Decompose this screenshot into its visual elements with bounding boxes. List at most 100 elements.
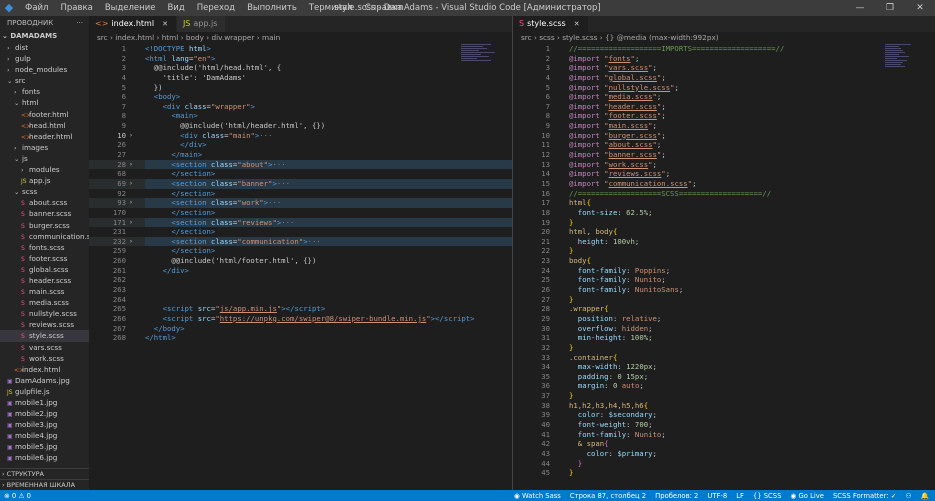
- code-line[interactable]: 41 font-family: Nunito;: [513, 430, 935, 440]
- tree-item[interactable]: ⌄ src: [0, 75, 89, 86]
- more-actions-icon[interactable]: ···: [76, 16, 83, 30]
- code-line[interactable]: 10 › <div class="main">···: [89, 131, 512, 141]
- code-line[interactable]: 27}: [513, 295, 935, 305]
- code-line[interactable]: 32}: [513, 343, 935, 353]
- status-item[interactable]: 🔔: [921, 492, 929, 500]
- chevron-right-icon[interactable]: ›: [129, 179, 137, 189]
- chevron-right-icon[interactable]: ›: [129, 131, 137, 141]
- code-line[interactable]: 26 </div>: [89, 140, 512, 150]
- code-line[interactable]: 44 }: [513, 459, 935, 469]
- code-line[interactable]: 35 padding: 0 15px;: [513, 372, 935, 382]
- tree-item[interactable]: Sstyle.scss: [0, 330, 89, 342]
- tree-item[interactable]: ⌄ scss: [0, 186, 89, 197]
- code-line[interactable]: 68 </section>: [89, 169, 512, 179]
- timeline-panel-header[interactable]: › ВРЕМЕННАЯ ШКАЛА: [0, 479, 89, 490]
- breadcrumb-item[interactable]: body: [186, 33, 204, 42]
- tree-item[interactable]: ▣ mobile4.jpg: [0, 430, 89, 441]
- tree-item[interactable]: ▣ mobile5.jpg: [0, 441, 89, 452]
- code-line[interactable]: 231 </section>: [89, 227, 512, 237]
- chevron-right-icon[interactable]: ›: [129, 160, 137, 170]
- code-line[interactable]: 266 <script src="https://unpkg.com/swipe…: [89, 314, 512, 324]
- menu-item[interactable]: Справка: [359, 0, 408, 16]
- tree-item[interactable]: Smain.scss: [0, 286, 89, 297]
- tab-app-js[interactable]: JS app.js: [176, 16, 227, 32]
- code-line[interactable]: 4 @import "global.scss";: [513, 73, 935, 83]
- tree-item[interactable]: Scommunication.scss: [0, 231, 89, 242]
- tree-item[interactable]: <>index.html: [0, 364, 89, 375]
- status-item[interactable]: SCSS Formatter: ✓: [833, 492, 896, 500]
- restore-icon[interactable]: ❐: [875, 0, 905, 16]
- status-item[interactable]: ◉ Go Live: [790, 492, 824, 500]
- code-line[interactable]: 21 height: 100vh;: [513, 237, 935, 247]
- code-line[interactable]: 28 .wrapper{: [513, 304, 935, 314]
- tab-index-html[interactable]: <> index.html ✕: [89, 16, 177, 32]
- tree-item[interactable]: ▣ mobile1.jpg: [0, 397, 89, 408]
- code-line[interactable]: 264: [89, 295, 512, 305]
- code-line[interactable]: 14 @import "reviews.scss";: [513, 169, 935, 179]
- close-icon[interactable]: ✕: [162, 20, 168, 28]
- menu-item[interactable]: Правка: [54, 0, 98, 16]
- tree-item[interactable]: Swork.scss: [0, 353, 89, 364]
- code-line[interactable]: 42 & span{: [513, 439, 935, 449]
- code-line[interactable]: 11 @import "about.scss";: [513, 140, 935, 150]
- close-icon[interactable]: ✕: [574, 20, 580, 28]
- code-line[interactable]: 263: [89, 285, 512, 295]
- code-line[interactable]: 2 <html lang="en">: [89, 54, 512, 64]
- minimap[interactable]: [461, 44, 501, 94]
- code-line[interactable]: 4 'title': 'DamAdams': [89, 73, 512, 83]
- menu-item[interactable]: Вид: [161, 0, 190, 16]
- tree-item[interactable]: › gulp: [0, 53, 89, 64]
- code-line[interactable]: 1 <!DOCTYPE html>: [89, 44, 512, 54]
- html-code-area[interactable]: 1 <!DOCTYPE html> 2 <html lang="en"> 3 @@inc…: [89, 44, 512, 343]
- code-line[interactable]: 27 </main>: [89, 150, 512, 160]
- code-line[interactable]: 38 h1,h2,h3,h4,h5,h6{: [513, 401, 935, 411]
- chevron-right-icon[interactable]: ›: [129, 198, 137, 208]
- tree-item[interactable]: Sfooter.scss: [0, 253, 89, 264]
- code-line[interactable]: 34 max-width: 1220px;: [513, 362, 935, 372]
- breadcrumb-item[interactable]: index.html: [115, 33, 154, 42]
- tree-item[interactable]: Sburger.scss: [0, 220, 89, 231]
- chevron-right-icon[interactable]: ›: [129, 218, 137, 228]
- code-line[interactable]: 5 }): [89, 83, 512, 93]
- code-line[interactable]: 262: [89, 275, 512, 285]
- tree-item[interactable]: ▣ mobile2.jpg: [0, 408, 89, 419]
- close-window-icon[interactable]: ✕: [905, 0, 935, 16]
- code-line[interactable]: 39 color: $secondary;: [513, 410, 935, 420]
- code-line[interactable]: 30 overflow: hidden;: [513, 324, 935, 334]
- breadcrumb-item[interactable]: scss: [539, 33, 554, 42]
- code-line[interactable]: 268 </html>: [89, 333, 512, 343]
- tree-item[interactable]: Svars.scss: [0, 342, 89, 353]
- tree-item[interactable]: Snullstyle.scss: [0, 308, 89, 319]
- tree-item[interactable]: › fonts: [0, 86, 89, 97]
- tree-item[interactable]: Sfonts.scss: [0, 242, 89, 253]
- code-line[interactable]: 8 @import "footer.scss";: [513, 111, 935, 121]
- scss-code-area[interactable]: 1 //===================IMPORTS===========…: [513, 44, 935, 478]
- code-line[interactable]: 33 .container{: [513, 353, 935, 363]
- code-line[interactable]: 5 @import "nullstyle.scss";: [513, 83, 935, 93]
- breadcrumb-item[interactable]: style.scss: [562, 33, 597, 42]
- menu-item[interactable]: Выполнить: [241, 0, 303, 16]
- tree-item[interactable]: JS gulpfile.js: [0, 386, 89, 397]
- tree-item[interactable]: › modules: [0, 164, 89, 175]
- code-line[interactable]: 20 html, body{: [513, 227, 935, 237]
- workspace-root[interactable]: ⌄ DAMADAMS: [0, 30, 89, 42]
- breadcrumb-item[interactable]: src: [521, 33, 532, 42]
- tree-item[interactable]: <>footer.html: [0, 109, 89, 120]
- code-line[interactable]: 36 margin: 0 auto;: [513, 381, 935, 391]
- code-line[interactable]: 6 <body>: [89, 92, 512, 102]
- tree-item[interactable]: › dist: [0, 42, 89, 53]
- tree-item[interactable]: <>head.html: [0, 120, 89, 131]
- breadcrumb-item[interactable]: {} @media (max-width:992px): [605, 33, 719, 42]
- minimap[interactable]: [885, 44, 925, 94]
- tree-item[interactable]: ▣ mobile6.jpg: [0, 452, 89, 463]
- code-line[interactable]: 23 body{: [513, 256, 935, 266]
- code-line[interactable]: 9 @@include('html/header.html', {}): [89, 121, 512, 131]
- breadcrumb-item[interactable]: src: [97, 33, 108, 42]
- code-line[interactable]: 92 </section>: [89, 189, 512, 199]
- tree-item[interactable]: Sbanner.scss: [0, 208, 89, 219]
- tree-item[interactable]: › images: [0, 142, 89, 153]
- code-line[interactable]: 15 @import "communication.scss";: [513, 179, 935, 189]
- code-line[interactable]: 13 @import "work.scss";: [513, 160, 935, 170]
- code-line[interactable]: 259 </section>: [89, 246, 512, 256]
- status-item[interactable]: ◉ Watch Sass: [514, 492, 561, 500]
